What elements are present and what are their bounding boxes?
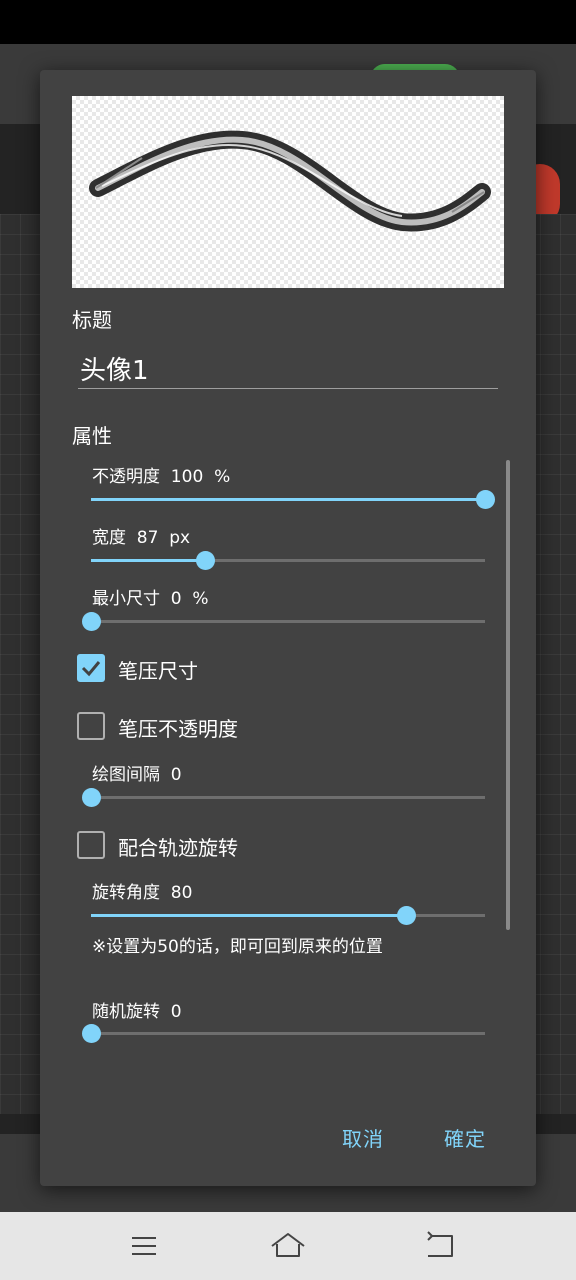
width-slider[interactable] bbox=[91, 551, 485, 570]
pressure-opacity-label: 笔压不透明度 bbox=[118, 717, 238, 741]
opacity-slider-thumb[interactable] bbox=[476, 490, 495, 509]
brush-stroke-preview bbox=[72, 96, 504, 288]
confirm-button[interactable]: 確定 bbox=[444, 1123, 486, 1152]
checkmark-icon bbox=[81, 661, 101, 677]
min-size-slider-label: 最小尺寸 0 % bbox=[92, 589, 209, 609]
home-icon[interactable] bbox=[268, 1228, 308, 1264]
rotation-note: ※设置为50的话，即可回到原来的位置 bbox=[92, 937, 383, 957]
system-navigation-bar bbox=[0, 1212, 576, 1280]
spacing-slider[interactable] bbox=[82, 788, 485, 807]
title-input[interactable]: 头像1 bbox=[78, 350, 498, 389]
rotation-angle-slider-label: 旋转角度 80 bbox=[92, 883, 193, 903]
back-icon[interactable] bbox=[420, 1228, 460, 1264]
random-rotation-slider-thumb[interactable] bbox=[82, 1024, 101, 1043]
width-slider-fill bbox=[91, 559, 205, 562]
width-slider-label: 宽度 87 px bbox=[92, 528, 191, 548]
status-bar bbox=[0, 0, 576, 44]
follow-path-rotation-label: 配合轨迹旋转 bbox=[118, 836, 238, 860]
dialog-scrollbar[interactable] bbox=[506, 460, 510, 930]
random-rotation-slider[interactable] bbox=[82, 1024, 485, 1043]
opacity-slider-fill bbox=[91, 498, 485, 501]
title-section-label: 标题 bbox=[72, 308, 112, 332]
min-size-slider-thumb[interactable] bbox=[82, 612, 101, 631]
random-rotation-slider-label: 随机旋转 0 bbox=[92, 1002, 182, 1022]
width-slider-thumb[interactable] bbox=[196, 551, 215, 570]
cancel-button[interactable]: 取消 bbox=[342, 1123, 384, 1152]
pressure-size-checkbox[interactable] bbox=[77, 654, 105, 682]
rotation-angle-slider[interactable] bbox=[91, 906, 485, 925]
brush-stroke-icon bbox=[89, 130, 491, 232]
pressure-opacity-checkbox[interactable] bbox=[77, 712, 105, 740]
follow-path-rotation-checkbox[interactable] bbox=[77, 831, 105, 859]
pressure-size-label: 笔压尺寸 bbox=[118, 659, 198, 683]
opacity-slider[interactable] bbox=[91, 490, 495, 509]
spacing-slider-thumb[interactable] bbox=[82, 788, 101, 807]
menu-icon[interactable] bbox=[124, 1228, 164, 1264]
rotation-angle-slider-fill bbox=[91, 914, 406, 917]
brush-settings-dialog: 标题 头像1 属性 不透明度 100 % 宽度 87 px 最小尺寸 0 % 笔… bbox=[40, 70, 536, 1186]
properties-section-label: 属性 bbox=[72, 424, 112, 448]
min-size-slider[interactable] bbox=[82, 612, 485, 631]
opacity-slider-label: 不透明度 100 % bbox=[92, 467, 231, 487]
spacing-slider-label: 绘图间隔 0 bbox=[92, 765, 182, 785]
rotation-angle-slider-thumb[interactable] bbox=[397, 906, 416, 925]
